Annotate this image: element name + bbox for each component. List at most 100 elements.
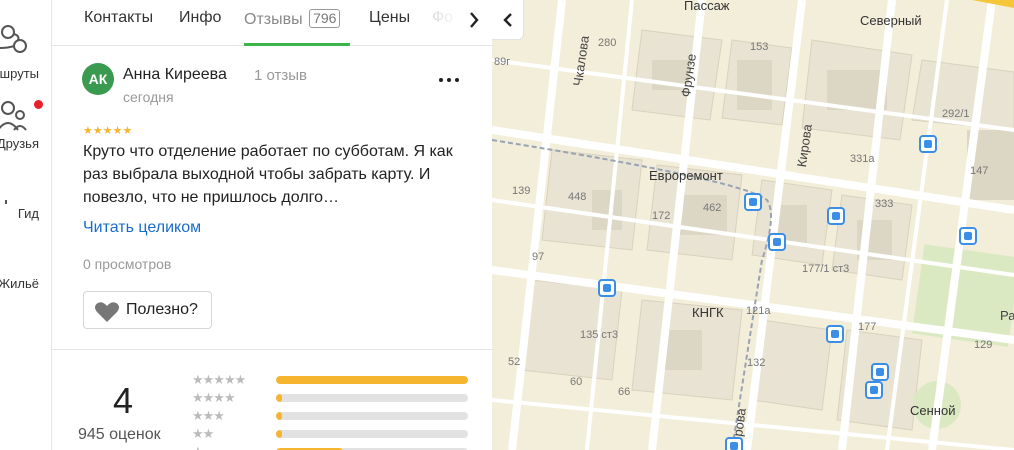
map-house-number: 60 (570, 376, 583, 388)
reviews-count-badge: 796 (309, 9, 341, 28)
average-rating: 4 (113, 380, 134, 421)
bus-stop-icon[interactable] (919, 135, 937, 153)
notification-dot (34, 100, 43, 109)
rating-distribution-row: ★★★★★ (192, 372, 482, 388)
chevron-right-icon (470, 12, 479, 28)
tab-info[interactable]: Инфо (179, 9, 221, 27)
map-label-sennoy[interactable]: Сенной (910, 403, 955, 418)
review-views: 0 просмотров (83, 256, 172, 272)
map-label-passage[interactable]: Пассаж (684, 0, 730, 13)
rail-label-housing: Жильё (0, 276, 39, 291)
tabs-next-button[interactable] (462, 8, 486, 32)
map-house-number: 462 (703, 202, 722, 214)
rating-distribution-row: ★★★ (192, 408, 482, 424)
more-options-button[interactable] (438, 73, 460, 87)
distribution-bar-fill (276, 394, 282, 402)
tab-reviews-label: Отзывы (244, 11, 303, 28)
tabs-fade (422, 0, 462, 44)
review-author[interactable]: Анна Киреева (123, 66, 227, 84)
map-house-number: 172 (652, 210, 671, 222)
bus-stop-icon[interactable] (744, 193, 762, 211)
read-more-link[interactable]: Читать целиком (83, 219, 201, 237)
map-label-evroremont[interactable]: Евроремонт (649, 168, 723, 183)
rail-label-routes: Маршруты (0, 66, 39, 81)
review-card: АК Анна Киреева 1 отзыв сегодня ★★★★★ Кр… (52, 47, 492, 347)
distribution-stars: ★★★★★ (192, 372, 246, 387)
tab-prices[interactable]: Цены (369, 9, 410, 27)
distribution-bar-fill (276, 412, 282, 420)
map-house-number: 129 (974, 339, 993, 351)
map-house-number: 448 (568, 191, 587, 203)
map-label-severny[interactable]: Северный (860, 13, 922, 28)
map-house-number: 97 (532, 251, 545, 263)
map-label-kngk[interactable]: КНГК (692, 305, 724, 320)
distribution-bar-track (276, 376, 468, 384)
distribution-bar-fill (276, 376, 468, 384)
map-house-number: 52 (508, 356, 521, 368)
more-dot (447, 78, 451, 82)
bus-stop-icon[interactable] (826, 325, 844, 343)
bus-stop-icon[interactable] (725, 437, 743, 450)
rail-item-guide[interactable]: Гид (0, 160, 51, 230)
bus-stop-icon[interactable] (827, 207, 845, 225)
map-house-number: 139 (512, 185, 531, 197)
side-rail: Маршруты Друзья Гид Жильё (0, 0, 52, 450)
distribution-stars: ★★ (192, 426, 214, 441)
distribution-stars: ★ (192, 444, 204, 450)
tab-reviews[interactable]: Отзывы 796 (244, 9, 341, 29)
map-house-number: 331а (850, 153, 875, 165)
map-house-number: 333 (875, 198, 894, 210)
distribution-stars: ★★★ (192, 408, 225, 423)
map[interactable]: Пассаж Северный Чкалова Фрунзе Кирова Ки… (492, 0, 1014, 450)
bus-stop-icon[interactable] (865, 381, 883, 399)
map-house-number: 66 (618, 386, 631, 398)
map-house-number: 132 (747, 357, 766, 369)
tab-bar: Контакты Инфо Отзывы 796 Цены Фо (52, 0, 492, 46)
useful-button[interactable]: Полезно? (83, 291, 212, 329)
more-dots-icon (439, 78, 443, 82)
map-house-number: 147 (970, 165, 989, 177)
distribution-bar-track (276, 412, 468, 420)
ratings-count: 945 оценок (78, 426, 161, 443)
organization-panel: Контакты Инфо Отзывы 796 Цены Фо АК Анна… (52, 0, 492, 450)
map-house-number: 153 (750, 41, 769, 53)
rating-distribution-row: ★ (192, 444, 482, 450)
review-text: Круто что отделение работает по субботам… (83, 143, 453, 206)
collapse-panel-button[interactable] (492, 0, 524, 40)
rail-label-guide: Гид (17, 206, 39, 221)
author-review-count: 1 отзыв (254, 67, 308, 84)
active-tab-indicator (244, 43, 350, 46)
bus-stop-icon[interactable] (598, 279, 616, 297)
rating-distribution-row: ★★★★ (192, 390, 482, 406)
routes-icon (0, 25, 27, 53)
useful-label: Полезно? (126, 301, 198, 318)
map-house-number: 280 (598, 37, 617, 49)
rating-summary: 4 945 оценок ★★★★★★★★★★★★★★★ (52, 350, 492, 450)
map-house-number: 135 ст3 (580, 329, 619, 341)
map-house-number: 121а (746, 305, 771, 317)
rail-label-friends: Друзья (0, 136, 39, 151)
bus-stop-icon[interactable] (959, 227, 977, 245)
avatar[interactable]: АК (82, 63, 114, 95)
distribution-bar-track (276, 394, 468, 402)
rail-item-routes[interactable]: Маршруты (0, 20, 51, 90)
bus-stop-icon[interactable] (871, 363, 889, 381)
bus-stop-icon[interactable] (768, 233, 786, 251)
tab-contacts[interactable]: Контакты (84, 9, 153, 27)
heart-icon (95, 302, 119, 322)
more-dot (455, 78, 459, 82)
review-date: сегодня (123, 89, 174, 105)
map-house-number: 177/1 ст3 (802, 263, 850, 275)
rating-distribution-row: ★★ (192, 426, 482, 442)
distribution-bar-track (276, 430, 468, 438)
map-house-number: 89г (494, 56, 511, 68)
friends-icon (0, 101, 27, 131)
chevron-left-icon (503, 13, 512, 27)
map-street-rash: Раше (1000, 308, 1014, 323)
guide-flag-icon (5, 200, 7, 204)
map-house-number: 177 (858, 321, 877, 333)
review-stars: ★★★★★ (83, 125, 133, 137)
distribution-stars: ★★★★ (192, 390, 236, 405)
rail-item-housing[interactable]: Жильё (0, 230, 51, 300)
rail-item-friends[interactable]: Друзья (0, 90, 51, 160)
